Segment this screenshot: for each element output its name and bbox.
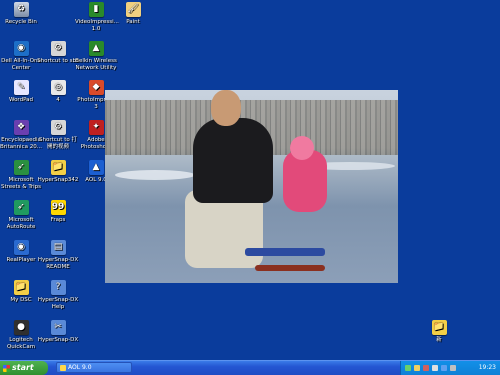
britannica-glyph: ❖ <box>13 120 29 135</box>
dell-center-icon[interactable]: ◉ Dell All-In-One Center <box>0 41 42 71</box>
shortcut-sbz-label: Shortcut to sbz <box>37 58 79 64</box>
recycle-bin-label: Recycle Bin <box>5 19 37 25</box>
photo-man-head <box>211 90 241 126</box>
new-folder-label: 新 <box>436 337 442 343</box>
quickcam-icon[interactable]: ● Logitech QuickCam <box>0 320 42 350</box>
recycle-bin-icon[interactable]: ♻ Recycle Bin <box>0 2 42 26</box>
wordpad-icon[interactable]: ✎ WordPad <box>0 80 42 104</box>
belkin-utility-icon[interactable]: ▲ Belkin Wireless Network Utility <box>75 41 117 71</box>
new-folder-glyph: 📁 <box>431 320 447 335</box>
hypersnap-dx-icon[interactable]: ✂ HyperSnap-DX <box>37 320 79 344</box>
belkin-utility-label: Belkin Wireless Network Utility <box>75 58 117 71</box>
hypersnap-help-icon[interactable]: ? HyperSnap-DX Help <box>37 280 79 310</box>
hypersnap-help-glyph: ? <box>50 280 66 295</box>
photo-sled-runner <box>255 265 325 271</box>
hypersnap-readme-glyph: ▤ <box>50 240 66 255</box>
hypersnap-help-label: HyperSnap-DX Help <box>37 297 79 310</box>
autoroute-glyph: ➶ <box>13 200 29 215</box>
photo-sled-seat <box>245 248 325 256</box>
tray-speaker-icon[interactable] <box>432 365 438 371</box>
taskbar-button-label: AOL 9.0 <box>68 364 92 371</box>
quickcam-label: Logitech QuickCam <box>6 337 36 350</box>
fraps-label: Fraps <box>50 217 66 223</box>
photoimpression-glyph: ◆ <box>88 80 104 95</box>
hypersnap342-folder-icon[interactable]: 📁 HyperSnap342 <box>37 160 79 184</box>
hypersnap-dx-label: HyperSnap-DX <box>37 337 79 343</box>
realplayer-icon[interactable]: ◉ RealPlayer <box>0 240 42 264</box>
photo-snow <box>115 170 195 180</box>
aol-glyph: ▲ <box>88 160 104 175</box>
recycle-bin-glyph: ♻ <box>13 2 29 17</box>
hypersnap-readme-label: HyperSnap-DX README <box>37 257 79 270</box>
shortcut-video-glyph: ⚙ <box>50 120 66 135</box>
my-dsc-label: My DSC <box>10 297 32 303</box>
tray-network-icon[interactable] <box>405 365 411 371</box>
tray-security-icon[interactable] <box>414 365 420 371</box>
taskbar-button-aol[interactable]: AOL 9.0 <box>56 362 132 373</box>
start-label: start <box>12 363 34 372</box>
shortcut-video-label: Shortcut to 打 開的视频 <box>39 137 77 150</box>
realplayer-label: RealPlayer <box>6 257 36 263</box>
my-dsc-folder-icon[interactable]: 📁 My DSC <box>0 280 42 304</box>
shortcut-video-icon[interactable]: ⚙ Shortcut to 打 開的视频 <box>37 120 79 150</box>
hypersnap-dx-glyph: ✂ <box>50 320 66 335</box>
quickcam-glyph: ● <box>13 320 29 335</box>
autoroute-label: Microsoft AutoRoute <box>6 217 36 230</box>
britannica-label: Encyclopaedia Britannica 20... <box>0 137 42 150</box>
my-dsc-glyph: 📁 <box>13 280 29 295</box>
tray-wireless-icon[interactable] <box>441 365 447 371</box>
fraps-icon[interactable]: 99 Fraps <box>37 200 79 224</box>
cd-4-label: 4 <box>56 97 60 103</box>
shortcut-sbz-icon[interactable]: ⚙ Shortcut to sbz <box>37 41 79 65</box>
desktop: ♻ Recycle Bin ▮ VideoImpressi... 1.0 🖌 P… <box>0 0 500 360</box>
new-folder-icon[interactable]: 📁 新 <box>418 320 460 344</box>
autoroute-icon[interactable]: ➶ Microsoft AutoRoute <box>0 200 42 230</box>
hypersnap342-glyph: 📁 <box>50 160 66 175</box>
cd-4-icon[interactable]: ◎ 4 <box>37 80 79 104</box>
taskbar: start AOL 9.0 19:23 <box>0 360 500 375</box>
windows-flag-icon <box>3 364 10 372</box>
hypersnap342-label: HyperSnap342 <box>37 177 79 183</box>
paint-icon[interactable]: 🖌 Paint <box>112 2 154 26</box>
wordpad-label: WordPad <box>8 97 34 103</box>
paint-label: Paint <box>126 19 140 25</box>
aol-task-icon <box>60 364 66 371</box>
streets-trips-label: Microsoft Streets & Trips <box>0 177 42 190</box>
wordpad-glyph: ✎ <box>13 80 29 95</box>
tray-alert-icon[interactable] <box>423 365 429 371</box>
photo-man-jacket <box>193 118 273 203</box>
paint-glyph: 🖌 <box>125 2 141 17</box>
adobe-photoshop-glyph: ✦ <box>88 120 104 135</box>
belkin-utility-glyph: ▲ <box>88 41 104 56</box>
streets-trips-glyph: ➶ <box>13 160 29 175</box>
cd-4-glyph: ◎ <box>50 80 66 95</box>
videoimpression-icon[interactable]: ▮ VideoImpressi... 1.0 <box>75 2 119 32</box>
dell-center-glyph: ◉ <box>13 41 29 56</box>
fraps-glyph: 99 <box>50 200 66 215</box>
videoimpression-glyph: ▮ <box>88 2 104 17</box>
system-tray: 19:23 <box>400 361 500 375</box>
system-clock[interactable]: 19:23 <box>479 361 496 375</box>
realplayer-glyph: ◉ <box>13 240 29 255</box>
start-button[interactable]: start <box>0 361 48 375</box>
britannica-icon[interactable]: ❖ Encyclopaedia Britannica 20... <box>0 120 42 150</box>
streets-trips-icon[interactable]: ➶ Microsoft Streets & Trips <box>0 160 42 190</box>
photo-girl-hat <box>290 136 314 160</box>
hypersnap-readme-icon[interactable]: ▤ HyperSnap-DX README <box>37 240 79 270</box>
shortcut-sbz-glyph: ⚙ <box>50 41 66 56</box>
tray-device-icon[interactable] <box>450 365 456 371</box>
wallpaper-photo <box>105 90 398 283</box>
dell-center-label: Dell All-In-One Center <box>1 58 41 71</box>
videoimpression-label: VideoImpressi... 1.0 <box>75 19 119 32</box>
